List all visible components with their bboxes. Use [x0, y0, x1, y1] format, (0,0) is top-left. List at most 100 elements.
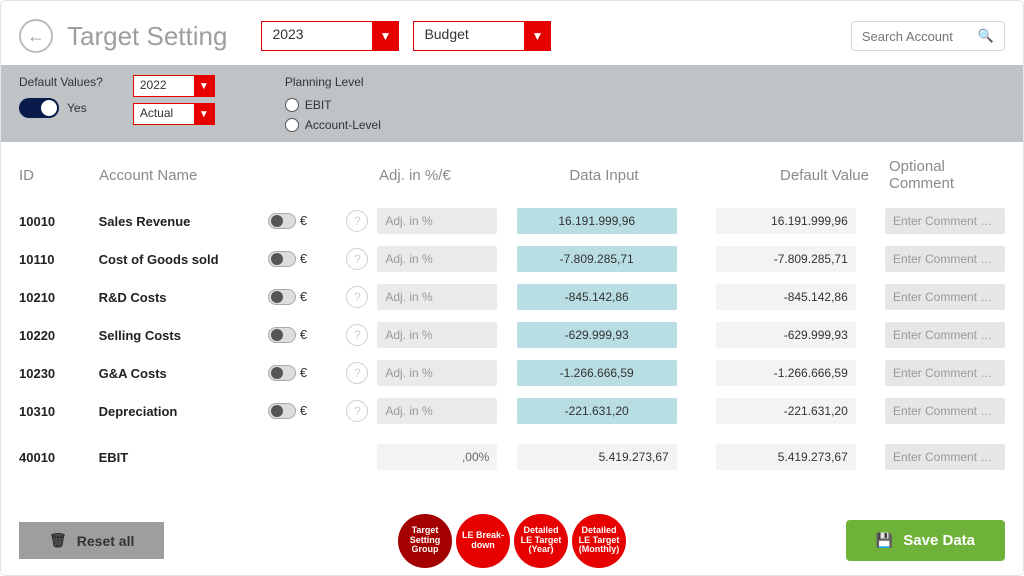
radio-icon: [285, 118, 299, 132]
summary-id: 40010: [19, 450, 99, 465]
comment-input[interactable]: Enter Comment …: [885, 322, 1005, 348]
help-icon[interactable]: ?: [346, 248, 368, 270]
row-name: R&D Costs: [99, 290, 268, 305]
planning-level-label: Planning Level: [285, 75, 381, 89]
default-values-label: Default Values?: [19, 75, 103, 89]
table-row: 10010Sales Revenue €? Adj. in % 16.191.999,…: [19, 202, 1005, 240]
back-button[interactable]: ←: [19, 19, 53, 53]
nav-le-breakdown[interactable]: LE Break-down: [456, 514, 510, 568]
help-icon[interactable]: ?: [346, 324, 368, 346]
currency-toggle[interactable]: [268, 213, 296, 229]
page-title: Target Setting: [67, 21, 227, 52]
radio-ebit-label: EBIT: [305, 98, 332, 112]
comment-input[interactable]: Enter Comment …: [885, 398, 1005, 424]
comment-input[interactable]: Enter Comment …: [885, 208, 1005, 234]
summary-default: 5.419.273,67: [716, 444, 856, 470]
adj-input[interactable]: Adj. in %: [377, 284, 497, 310]
summary-row: 40010 EBIT ,00% 5.419.273,67 5.419.273,6…: [19, 438, 1005, 476]
year-select[interactable]: 2023 ▼: [261, 21, 399, 51]
col-default: Default Value: [719, 167, 869, 184]
data-input[interactable]: -629.999,93: [517, 322, 677, 348]
data-input[interactable]: -845.142,86: [517, 284, 677, 310]
adj-input[interactable]: Adj. in %: [377, 322, 497, 348]
radio-account-label: Account-Level: [305, 118, 381, 132]
help-icon[interactable]: ?: [346, 286, 368, 308]
save-data-button[interactable]: 💾 Save Data: [846, 520, 1005, 561]
default-scenario-label: Actual: [134, 104, 194, 124]
row-name: Sales Revenue: [99, 214, 268, 229]
search-account-field[interactable]: 🔍: [851, 21, 1005, 51]
row-id: 10310: [19, 404, 99, 419]
scenario-select[interactable]: Budget ▼: [413, 21, 551, 51]
save-icon: 💾: [876, 532, 893, 549]
table-row: 10110Cost of Goods sold€?Adj. in %-7.809…: [19, 240, 1005, 278]
adj-input[interactable]: Adj. in %: [377, 360, 497, 386]
summary-comment[interactable]: Enter Comment …: [885, 444, 1005, 470]
reset-label: Reset all: [77, 533, 135, 549]
currency-toggle[interactable]: [268, 403, 296, 419]
currency-symbol: €: [300, 213, 307, 228]
default-value: -221.631,20: [716, 398, 856, 424]
default-value: -629.999,93: [716, 322, 856, 348]
chevron-down-icon: ▼: [194, 104, 214, 124]
radio-account-level[interactable]: Account-Level: [285, 118, 381, 132]
nav-detailed-le-monthly[interactable]: Detailed LE Target (Monthly): [572, 514, 626, 568]
currency-symbol: €: [300, 327, 307, 342]
row-id: 10110: [19, 252, 99, 267]
help-icon[interactable]: ?: [346, 400, 368, 422]
default-values-toggle-text: Yes: [67, 101, 87, 115]
table-header: ID Account Name Adj. in %/€ Data Input D…: [19, 146, 1005, 202]
data-input[interactable]: 16.191.999,96: [517, 208, 677, 234]
radio-icon: [285, 98, 299, 112]
comment-input[interactable]: Enter Comment …: [885, 246, 1005, 272]
table-row: 10220Selling Costs€?Adj. in %-629.999,93…: [19, 316, 1005, 354]
currency-toggle[interactable]: [268, 251, 296, 267]
chevron-down-icon: ▼: [194, 76, 214, 96]
comment-input[interactable]: Enter Comment …: [885, 284, 1005, 310]
default-year-label: 2022: [134, 76, 194, 96]
table-row: 10230G&A Costs€?Adj. in %-1.266.666,59-1…: [19, 354, 1005, 392]
search-input[interactable]: [862, 29, 972, 44]
nav-detailed-le-year[interactable]: Detailed LE Target (Year): [514, 514, 568, 568]
summary-adj: ,00%: [377, 444, 497, 470]
search-icon: 🔍: [978, 28, 994, 44]
reset-all-button[interactable]: 🗑 Reset all: [19, 522, 164, 559]
adj-input[interactable]: Adj. in %: [377, 208, 497, 234]
trash-icon: 🗑: [49, 532, 67, 549]
default-value: -1.266.666,59: [716, 360, 856, 386]
currency-symbol: €: [300, 289, 307, 304]
row-name: G&A Costs: [99, 366, 268, 381]
adj-input[interactable]: Adj. in %: [377, 398, 497, 424]
col-id: ID: [19, 167, 99, 184]
col-comment: Optional Comment: [889, 158, 1005, 192]
help-icon[interactable]: ?: [346, 210, 368, 232]
data-input[interactable]: -221.631,20: [517, 398, 677, 424]
row-name: Depreciation: [99, 404, 268, 419]
default-year-select[interactable]: 2022 ▼: [133, 75, 215, 97]
chevron-down-icon: ▼: [524, 22, 550, 50]
year-select-label: 2023: [262, 22, 372, 50]
chevron-down-icon: ▼: [372, 22, 398, 50]
currency-toggle[interactable]: [268, 327, 296, 343]
data-input[interactable]: -7.809.285,71: [517, 246, 677, 272]
help-icon[interactable]: ?: [346, 362, 368, 384]
row-id: 10010: [19, 214, 99, 229]
data-input[interactable]: -1.266.666,59: [517, 360, 677, 386]
default-scenario-select[interactable]: Actual ▼: [133, 103, 215, 125]
radio-ebit[interactable]: EBIT: [285, 98, 381, 112]
row-id: 10220: [19, 328, 99, 343]
save-label: Save Data: [903, 532, 975, 549]
default-values-toggle[interactable]: [19, 98, 59, 118]
row-id: 10210: [19, 290, 99, 305]
default-value: 16.191.999,96: [716, 208, 856, 234]
summary-name: EBIT: [99, 450, 268, 465]
table-row: 10310Depreciation€?Adj. in %-221.631,20-…: [19, 392, 1005, 430]
currency-toggle[interactable]: [268, 289, 296, 305]
currency-symbol: €: [300, 365, 307, 380]
comment-input[interactable]: Enter Comment …: [885, 360, 1005, 386]
summary-input: 5.419.273,67: [517, 444, 677, 470]
adj-input[interactable]: Adj. in %: [377, 246, 497, 272]
col-adj: Adj. in %/€: [379, 167, 519, 184]
nav-target-setting-group[interactable]: Target Setting Group: [398, 514, 452, 568]
currency-toggle[interactable]: [268, 365, 296, 381]
